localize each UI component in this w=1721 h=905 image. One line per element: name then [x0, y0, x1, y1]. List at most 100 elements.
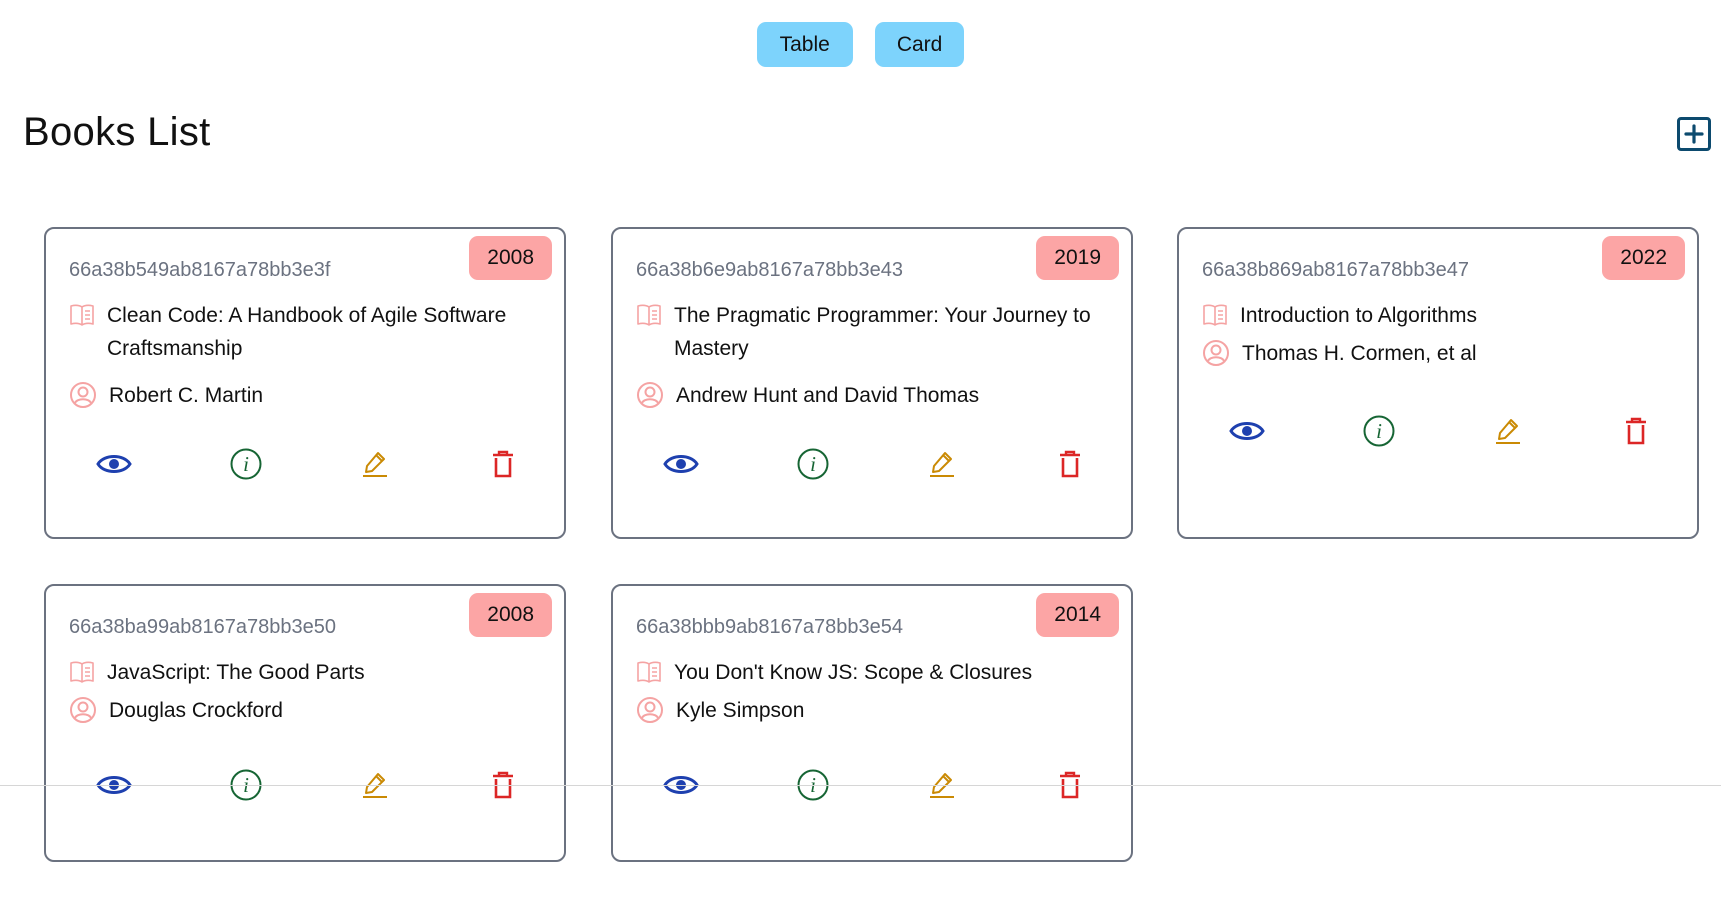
book-title-row: Introduction to Algorithms: [1202, 299, 1660, 337]
eye-icon: [96, 452, 132, 481]
year-badge: 2008: [469, 236, 552, 280]
svg-text:i: i: [810, 452, 816, 476]
book-open-icon: [69, 303, 95, 337]
delete-book-button[interactable]: [1050, 446, 1090, 486]
book-author-row: Kyle Simpson: [636, 694, 1096, 734]
book-card: 2008 66a38ba99ab8167a78bb3e50 JavaScript: …: [44, 584, 566, 862]
view-book-button[interactable]: [94, 446, 134, 486]
edit-book-button[interactable]: [355, 767, 395, 807]
book-title: Clean Code: A Handbook of Agile Software…: [107, 304, 507, 360]
book-title: JavaScript: The Good Parts: [107, 661, 365, 684]
book-id: 66a38ba99ab8167a78bb3e50: [69, 616, 336, 638]
book-open-icon: [69, 660, 95, 694]
year-badge: 2014: [1036, 593, 1119, 637]
view-book-button[interactable]: [661, 446, 701, 486]
book-title: The Pragmatic Programmer: Your Journey t…: [674, 304, 1091, 360]
book-author-row: Andrew Hunt and David Thomas: [636, 379, 1096, 419]
eye-icon: [1229, 419, 1265, 448]
trash-icon: [1058, 450, 1082, 483]
plus-square-icon: [1683, 123, 1705, 145]
card-actions: i: [46, 767, 564, 807]
info-circle-icon: i: [796, 768, 830, 807]
year-badge: 2008: [469, 593, 552, 637]
table-view-button[interactable]: Table: [756, 22, 853, 67]
pencil-icon: [360, 449, 390, 484]
book-author-row: Robert C. Martin: [69, 379, 529, 419]
card-view-button[interactable]: Card: [874, 22, 965, 67]
user-circle-icon: [636, 381, 664, 419]
book-author: Andrew Hunt and David Thomas: [676, 384, 980, 407]
book-card: 2019 66a38b6e9ab8167a78bb3e43 The Pragmati…: [611, 227, 1133, 539]
delete-book-button[interactable]: [1050, 767, 1090, 807]
year-badge: 2019: [1036, 236, 1119, 280]
book-id: 66a38b869ab8167a78bb3e47: [1202, 259, 1469, 281]
eye-icon: [663, 773, 699, 802]
info-book-button[interactable]: i: [1359, 413, 1399, 453]
info-circle-icon: i: [796, 447, 830, 486]
view-book-button[interactable]: [661, 767, 701, 807]
user-circle-icon: [69, 381, 97, 419]
trash-icon: [491, 450, 515, 483]
book-author-row: Douglas Crockford: [69, 694, 529, 734]
info-book-button[interactable]: i: [793, 446, 833, 486]
book-card: 2008 66a38b549ab8167a78bb3e3f Clean Code: …: [44, 227, 566, 539]
user-circle-icon: [69, 696, 97, 734]
view-book-button[interactable]: [94, 767, 134, 807]
book-title-row: JavaScript: The Good Parts: [69, 656, 527, 694]
book-title: Introduction to Algorithms: [1240, 304, 1477, 327]
trash-icon: [1058, 771, 1082, 804]
trash-icon: [491, 771, 515, 804]
book-card: 2014 66a38bbb9ab8167a78bb3e54 You Don't Kn…: [611, 584, 1133, 862]
card-actions: i: [1179, 413, 1697, 453]
svg-text:i: i: [1376, 419, 1382, 443]
info-circle-icon: i: [229, 447, 263, 486]
book-id: 66a38bbb9ab8167a78bb3e54: [636, 616, 903, 638]
info-book-button[interactable]: i: [226, 446, 266, 486]
view-toggle: Table Card: [0, 22, 1721, 67]
card-actions: i: [613, 767, 1131, 807]
view-book-button[interactable]: [1227, 413, 1267, 453]
eye-icon: [663, 452, 699, 481]
eye-icon: [96, 773, 132, 802]
pencil-icon: [1493, 416, 1523, 451]
book-title-row: You Don't Know JS: Scope & Closures: [636, 656, 1094, 694]
book-open-icon: [1202, 303, 1228, 337]
edit-book-button[interactable]: [1488, 413, 1528, 453]
info-book-button[interactable]: i: [793, 767, 833, 807]
user-circle-icon: [636, 696, 664, 734]
info-circle-icon: i: [229, 768, 263, 807]
edit-book-button[interactable]: [922, 446, 962, 486]
svg-text:i: i: [243, 452, 249, 476]
info-book-button[interactable]: i: [226, 767, 266, 807]
book-card: 2022 66a38b869ab8167a78bb3e47 Introduction…: [1177, 227, 1699, 539]
book-open-icon: [636, 303, 662, 337]
book-open-icon: [636, 660, 662, 694]
book-id: 66a38b549ab8167a78bb3e3f: [69, 259, 331, 281]
book-title: You Don't Know JS: Scope & Closures: [674, 661, 1033, 684]
book-author: Douglas Crockford: [109, 699, 283, 722]
delete-book-button[interactable]: [483, 767, 523, 807]
user-circle-icon: [1202, 339, 1230, 377]
pencil-icon: [927, 449, 957, 484]
book-author: Kyle Simpson: [676, 699, 805, 722]
pencil-icon: [360, 770, 390, 805]
card-actions: i: [46, 446, 564, 486]
delete-book-button[interactable]: [483, 446, 523, 486]
info-circle-icon: i: [1362, 414, 1396, 453]
page-title: Books List: [23, 110, 211, 154]
book-author: Robert C. Martin: [109, 384, 264, 407]
trash-icon: [1624, 417, 1648, 450]
book-title-row: Clean Code: A Handbook of Agile Software…: [69, 299, 527, 365]
pencil-icon: [927, 770, 957, 805]
edit-book-button[interactable]: [355, 446, 395, 486]
delete-book-button[interactable]: [1616, 413, 1656, 453]
add-book-button[interactable]: [1677, 117, 1711, 151]
book-author: Thomas H. Cormen, et al: [1242, 342, 1477, 365]
book-author-row: Thomas H. Cormen, et al: [1202, 337, 1662, 377]
book-title-row: The Pragmatic Programmer: Your Journey t…: [636, 299, 1094, 365]
book-id: 66a38b6e9ab8167a78bb3e43: [636, 259, 903, 281]
edit-book-button[interactable]: [922, 767, 962, 807]
year-badge: 2022: [1602, 236, 1685, 280]
divider: [0, 785, 1721, 786]
card-actions: i: [613, 446, 1131, 486]
